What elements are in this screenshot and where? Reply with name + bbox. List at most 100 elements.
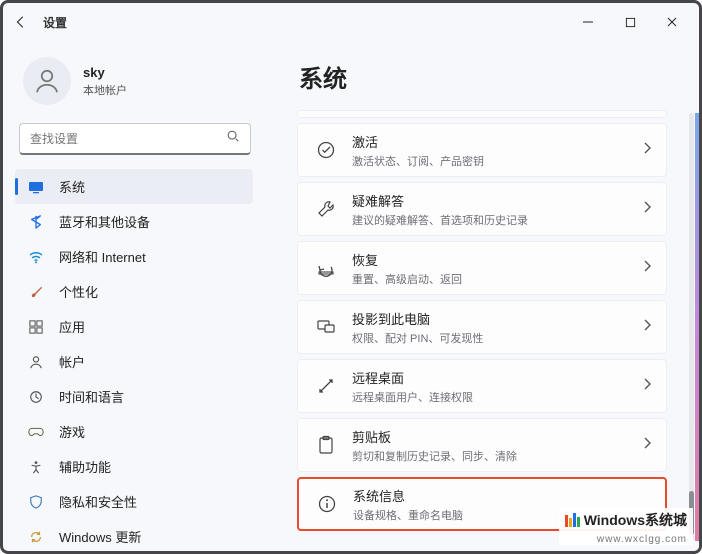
card-sub: 权限、配对 PIN、可发现性 [352, 330, 642, 346]
card-title: 恢复 [352, 250, 642, 269]
nav-item-gaming[interactable]: 游戏 [15, 414, 253, 449]
card-remote[interactable]: 远程桌面 远程桌面用户、连接权限 [297, 359, 667, 413]
chevron-right-icon [642, 200, 652, 219]
card-title: 激活 [352, 132, 642, 151]
nav-item-accounts[interactable]: 帐户 [15, 344, 253, 379]
back-button[interactable] [11, 12, 31, 32]
recovery-icon [312, 258, 340, 278]
nav-item-update[interactable]: Windows 更新 [15, 519, 253, 551]
card-clipboard[interactable]: 剪贴板 剪切和复制历史记录、同步、清除 [297, 418, 667, 472]
wrench-icon [312, 199, 340, 219]
card-text: 激活 激活状态、订阅、产品密钥 [340, 132, 642, 169]
nav-item-personalize[interactable]: 个性化 [15, 274, 253, 309]
user-block[interactable]: sky 本地帐户 [11, 47, 261, 123]
nav-label: 时间和语言 [59, 387, 124, 406]
card-title: 投影到此电脑 [352, 309, 642, 328]
scrollbar-track[interactable] [689, 113, 694, 541]
window-body: sky 本地帐户 系统 蓝牙和其他设 [3, 41, 699, 551]
window-controls [579, 3, 695, 41]
gamepad-icon [25, 425, 47, 439]
clock-icon [25, 390, 47, 404]
user-icon [32, 66, 62, 96]
card-title: 疑难解答 [352, 191, 642, 210]
chevron-right-icon [642, 377, 652, 396]
card-text: 远程桌面 远程桌面用户、连接权限 [340, 368, 642, 405]
nav-label: 应用 [59, 317, 85, 336]
clipboard-icon [312, 435, 340, 455]
watermark-logo-icon [565, 513, 580, 527]
user-text: sky 本地帐户 [83, 65, 127, 98]
settings-window: 设置 sky 本地帐户 [0, 0, 702, 554]
nav-label: 个性化 [59, 282, 98, 301]
card-sub: 剪切和复制历史记录、同步、清除 [352, 448, 642, 464]
brush-icon [25, 284, 47, 299]
nav-item-system[interactable]: 系统 [15, 169, 253, 204]
card-sub: 激活状态、订阅、产品密钥 [352, 153, 642, 169]
chevron-right-icon [642, 318, 652, 337]
nav-item-time[interactable]: 时间和语言 [15, 379, 253, 414]
nav-label: 游戏 [59, 422, 85, 441]
check-circle-icon [312, 140, 340, 160]
user-name: sky [83, 65, 127, 80]
card-troubleshoot[interactable]: 疑难解答 建议的疑难解答、首选项和历史记录 [297, 182, 667, 236]
sidebar: sky 本地帐户 系统 蓝牙和其他设 [3, 41, 261, 551]
nav-item-bluetooth[interactable]: 蓝牙和其他设备 [15, 204, 253, 239]
nav-label: 系统 [59, 177, 85, 196]
nav-label: 网络和 Internet [59, 247, 146, 266]
main-panel: 系统 激活 激活状态、订阅、产品密钥 疑难解答 建议的疑难解答、首选项和历史记录 [261, 41, 699, 551]
window-title: 设置 [43, 14, 67, 31]
close-icon [666, 16, 678, 28]
watermark-url: www.wxclgg.com [597, 534, 687, 545]
search-icon [226, 129, 240, 148]
card-recovery[interactable]: 恢复 重置、高级启动、返回 [297, 241, 667, 295]
cards-list: 激活 激活状态、订阅、产品密钥 疑难解答 建议的疑难解答、首选项和历史记录 [297, 110, 691, 531]
search-input[interactable] [30, 132, 226, 146]
chevron-right-icon [642, 141, 652, 160]
nav-label: 蓝牙和其他设备 [59, 212, 150, 231]
nav-list: 系统 蓝牙和其他设备 网络和 Internet 个性化 应用 [11, 169, 261, 551]
card-sub: 建议的疑难解答、首选项和历史记录 [352, 212, 642, 228]
card-text: 剪贴板 剪切和复制历史记录、同步、清除 [340, 427, 642, 464]
minimize-icon [582, 16, 594, 28]
nav-item-privacy[interactable]: 隐私和安全性 [15, 484, 253, 519]
watermark-text: Windows系统城 [584, 510, 687, 530]
accessibility-icon [25, 460, 47, 474]
project-icon [312, 317, 340, 337]
avatar [23, 57, 71, 105]
card-title: 远程桌面 [352, 368, 642, 387]
card-activation[interactable]: 激活 激活状态、订阅、产品密钥 [297, 123, 667, 177]
card-project[interactable]: 投影到此电脑 权限、配对 PIN、可发现性 [297, 300, 667, 354]
person-icon [25, 355, 47, 369]
edge-decoration [695, 113, 699, 541]
page-title: 系统 [299, 59, 691, 94]
close-button[interactable] [663, 13, 681, 31]
titlebar: 设置 [3, 3, 699, 41]
nav-label: 辅助功能 [59, 457, 111, 476]
nav-item-network[interactable]: 网络和 Internet [15, 239, 253, 274]
chevron-right-icon [642, 259, 652, 278]
card-title: 剪贴板 [352, 427, 642, 446]
display-icon [25, 179, 47, 195]
shield-icon [25, 495, 47, 509]
search-wrap [11, 123, 261, 169]
apps-icon [25, 320, 47, 334]
card-sub: 远程桌面用户、连接权限 [352, 389, 642, 405]
bluetooth-icon [25, 215, 47, 229]
card-text: 恢复 重置、高级启动、返回 [340, 250, 642, 287]
maximize-icon [625, 17, 636, 28]
nav-item-apps[interactable]: 应用 [15, 309, 253, 344]
update-icon [25, 530, 47, 544]
user-account-type: 本地帐户 [83, 82, 127, 98]
maximize-button[interactable] [621, 13, 639, 31]
nav-item-access[interactable]: 辅助功能 [15, 449, 253, 484]
nav-label: 隐私和安全性 [59, 492, 137, 511]
minimize-button[interactable] [579, 13, 597, 31]
search-box[interactable] [19, 123, 251, 155]
remote-icon [312, 377, 340, 395]
wifi-icon [25, 249, 47, 265]
arrow-left-icon [14, 15, 28, 29]
card-spacer [297, 110, 667, 118]
info-icon [313, 494, 341, 514]
card-text: 投影到此电脑 权限、配对 PIN、可发现性 [340, 309, 642, 346]
watermark: Windows系统城 www.wxclgg.com [559, 508, 693, 545]
